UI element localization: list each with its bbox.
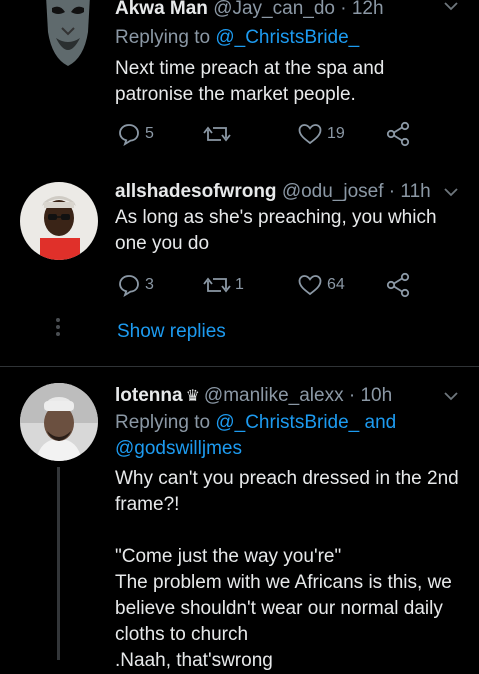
tweet-header: Akwa Man @Jay_can_do · 12h <box>115 0 439 21</box>
thread-dots <box>56 318 60 339</box>
retweet-button[interactable] <box>203 121 235 147</box>
avatar[interactable] <box>20 182 98 260</box>
separator-dot: · <box>388 181 396 202</box>
tweet-allshadesofwrong[interactable]: allshadesofwrong @odu_josef · 11h As lon… <box>0 170 479 370</box>
replying-to-label: Replying to <box>115 412 216 433</box>
like-button[interactable]: 19 <box>297 121 345 147</box>
reply-icon <box>119 124 139 146</box>
replying-and: and <box>359 412 397 433</box>
share-icon <box>386 121 410 147</box>
separator-dot: · <box>348 385 356 406</box>
heart-icon <box>298 275 322 296</box>
thread-line <box>57 467 60 660</box>
display-name[interactable]: lotenna <box>115 385 183 406</box>
tweet-text: Why can't you preach dressed in the 2nd … <box>115 468 459 671</box>
mask-avatar-image <box>40 0 96 70</box>
separator-dot: · <box>340 0 347 19</box>
chevron-down-icon[interactable] <box>443 184 459 200</box>
chevron-down-icon[interactable] <box>443 388 459 404</box>
tweet-actions: 3 1 64 <box>115 272 455 298</box>
show-replies-link[interactable]: Show replies <box>117 321 226 343</box>
reply-button[interactable]: 5 <box>117 121 154 147</box>
reply-button[interactable]: 3 <box>117 272 154 298</box>
chevron-down-icon[interactable] <box>443 0 459 14</box>
share-button[interactable] <box>385 272 411 298</box>
share-icon <box>386 272 410 298</box>
heart-icon <box>298 124 322 145</box>
timestamp[interactable]: 10h <box>360 385 392 406</box>
mention-link[interactable]: @_ChristsBride_ <box>215 27 359 48</box>
tweet-actions: 5 19 <box>115 121 455 147</box>
reply-count: 3 <box>145 276 154 293</box>
display-name[interactable]: allshadesofwrong <box>115 181 277 202</box>
retweet-icon <box>203 126 231 142</box>
user-handle[interactable]: @manlike_alexx <box>204 385 344 406</box>
avatar[interactable] <box>20 383 98 461</box>
share-button[interactable] <box>385 121 411 147</box>
tweet-text: As long as she's preaching, you which on… <box>115 207 437 254</box>
reply-count: 5 <box>145 125 154 142</box>
user-handle[interactable]: @odu_josef <box>282 181 384 202</box>
replying-to-label: Replying to <box>115 27 216 48</box>
tweet-akwa-man[interactable]: Akwa Man @Jay_can_do · 12h Replying to @… <box>0 0 479 160</box>
timestamp[interactable]: 12h <box>352 0 384 19</box>
replying-to: Replying to @_ChristsBride_ <box>115 25 359 51</box>
replying-to: Replying to @_ChristsBride_ and @godswil… <box>115 410 396 462</box>
retweet-count: 1 <box>235 276 244 293</box>
profile-photo-image <box>20 383 98 461</box>
retweet-icon <box>203 277 231 293</box>
like-count: 19 <box>327 125 345 142</box>
crown-icon: ♛ <box>185 388 200 405</box>
user-handle[interactable]: @Jay_can_do <box>213 0 335 19</box>
timestamp[interactable]: 11h <box>400 181 430 202</box>
tweet-lotenna[interactable]: lotenna ♛ @manlike_alexx · 10h Replying to… <box>0 367 479 671</box>
mention-link[interactable]: @_ChristsBride_ <box>215 412 359 433</box>
display-name[interactable]: Akwa Man <box>115 0 208 19</box>
reply-icon <box>119 275 139 297</box>
like-count: 64 <box>327 276 345 293</box>
avatar[interactable] <box>40 0 96 70</box>
tweet-header: lotenna ♛ @manlike_alexx · 10h <box>115 384 439 409</box>
tweet-text: Next time preach at the spa and patronis… <box>115 58 385 105</box>
retweet-button[interactable]: 1 <box>203 272 244 298</box>
mention-link[interactable]: @godswilljmes <box>115 438 242 459</box>
profile-photo-image <box>20 182 98 260</box>
like-button[interactable]: 64 <box>297 272 345 298</box>
tweet-header: allshadesofwrong @odu_josef · 11h <box>115 180 439 204</box>
